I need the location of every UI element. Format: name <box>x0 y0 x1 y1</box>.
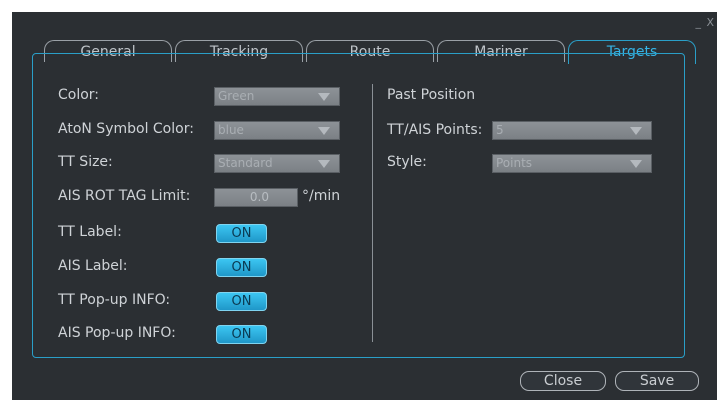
rot-unit-label: °/min <box>302 188 341 204</box>
style-value: Points <box>496 156 533 170</box>
tt-ais-points-value: 5 <box>496 123 504 137</box>
ais-rot-tag-limit-label: AIS ROT TAG Limit: <box>58 188 191 204</box>
color-dropdown[interactable]: Green <box>214 87 340 106</box>
tt-size-label: TT Size: <box>58 154 113 170</box>
past-position-heading: Past Position <box>387 87 476 103</box>
tt-label-toggle[interactable]: ON <box>216 224 267 243</box>
chevron-down-icon <box>630 160 642 168</box>
style-label: Style: <box>387 154 427 170</box>
tt-ais-points-dropdown[interactable]: 5 <box>492 121 652 140</box>
tt-popup-info-toggle[interactable]: ON <box>216 292 267 311</box>
aton-symbol-color-value: blue <box>218 123 244 137</box>
targets-panel <box>32 53 685 358</box>
aton-symbol-color-dropdown[interactable]: blue <box>214 121 340 140</box>
color-label: Color: <box>58 87 100 103</box>
chevron-down-icon <box>318 93 330 101</box>
column-divider <box>372 84 373 342</box>
chevron-down-icon <box>630 127 642 135</box>
ais-popup-info-toggle[interactable]: ON <box>216 325 267 344</box>
ais-label-toggle[interactable]: ON <box>216 258 267 277</box>
close-button[interactable]: Close <box>520 371 606 391</box>
save-button[interactable]: Save <box>615 371 699 391</box>
color-value: Green <box>218 89 255 103</box>
ais-popup-info-label: AIS Pop-up INFO: <box>58 325 176 341</box>
chevron-down-icon <box>318 127 330 135</box>
window-controls[interactable]: _ X <box>695 16 715 29</box>
tt-ais-points-label: TT/AIS Points: <box>387 122 483 138</box>
tt-label-label: TT Label: <box>58 224 122 240</box>
tt-size-dropdown[interactable]: Standard <box>214 154 340 173</box>
ais-label-label: AIS Label: <box>58 258 128 274</box>
tt-popup-info-label: TT Pop-up INFO: <box>58 292 171 308</box>
style-dropdown[interactable]: Points <box>492 154 652 173</box>
ais-rot-tag-limit-input[interactable]: 0.0 <box>214 188 298 207</box>
chevron-down-icon <box>318 160 330 168</box>
tt-size-value: Standard <box>218 156 273 170</box>
aton-symbol-color-label: AtoN Symbol Color: <box>58 121 194 137</box>
